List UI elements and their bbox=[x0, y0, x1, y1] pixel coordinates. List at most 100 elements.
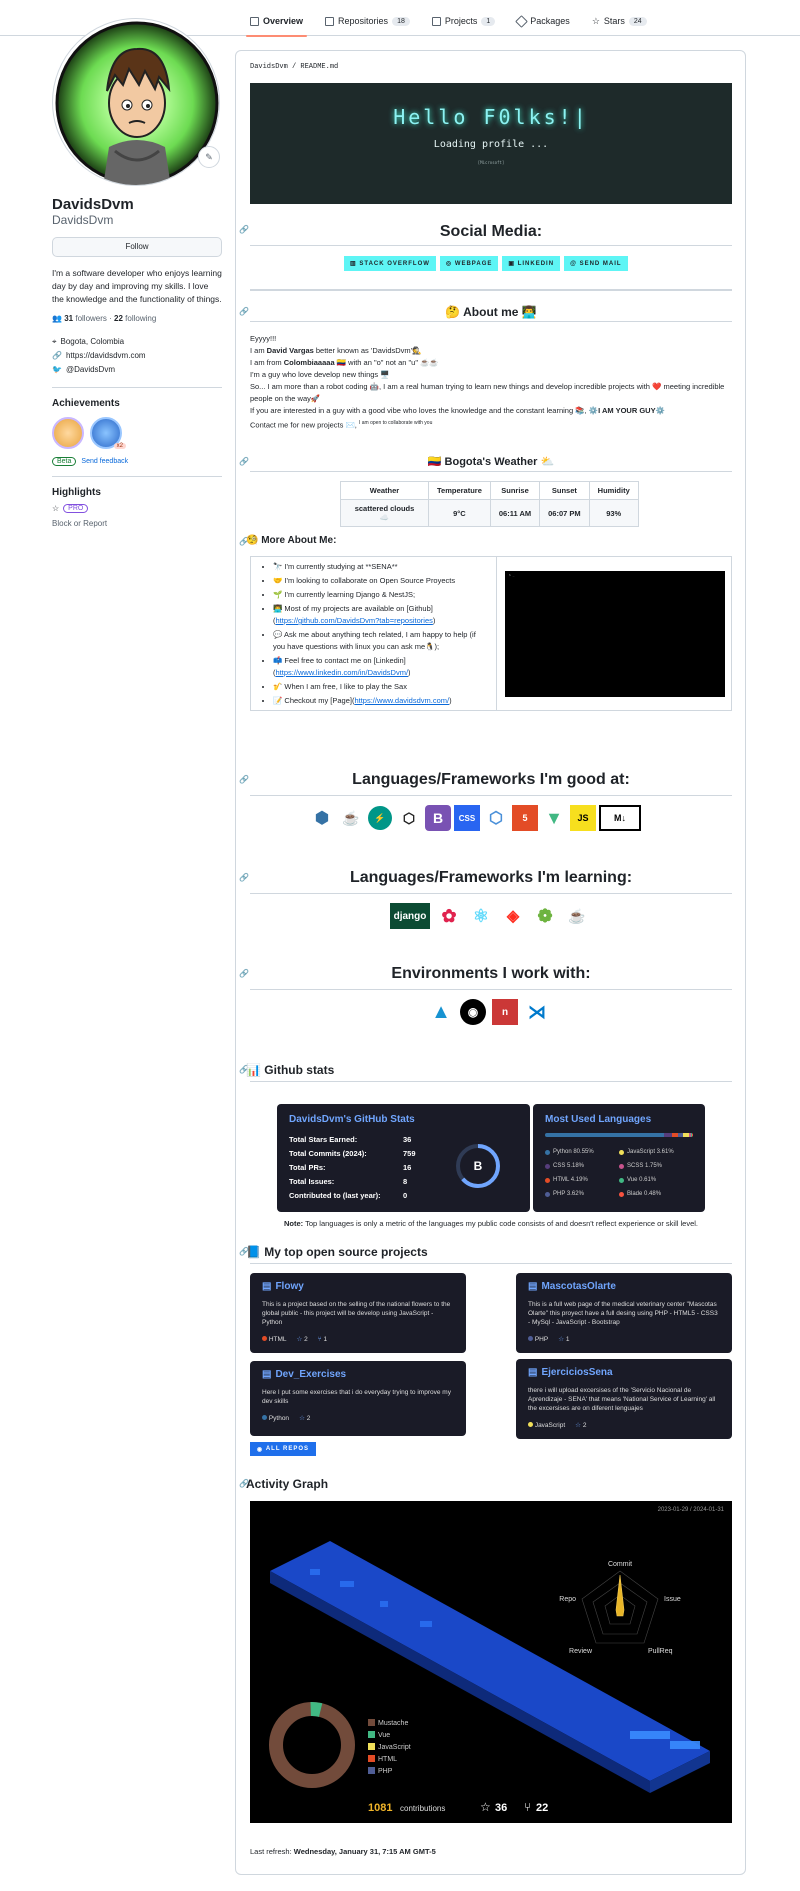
avatar-illustration bbox=[55, 21, 219, 185]
anchor-link-icon[interactable]: 🔗 bbox=[239, 307, 249, 316]
heading-rule bbox=[250, 1081, 732, 1082]
highlights-title: Highlights bbox=[52, 487, 101, 498]
divider bbox=[52, 476, 222, 477]
mail-badge[interactable]: @ SEND MAIL bbox=[564, 256, 628, 271]
achievement-badge-starstruck[interactable] bbox=[52, 417, 84, 449]
pinned-repo-card[interactable]: ▤ EjerciciosSena there i will upload exce… bbox=[516, 1359, 732, 1439]
tab-packages[interactable]: Packages bbox=[513, 10, 574, 32]
stackoverflow-badge[interactable]: ▥ STACK OVERFLOW bbox=[344, 256, 436, 271]
website-link[interactable]: https://davidsdvm.com bbox=[66, 349, 146, 363]
stat-value: 36 bbox=[403, 1135, 412, 1144]
tab-repositories[interactable]: Repositories 18 bbox=[321, 10, 414, 32]
readme-path[interactable]: DavidsDvm / README.md bbox=[250, 63, 338, 71]
globe-icon: ◎ bbox=[445, 261, 455, 267]
pinned-repo-card[interactable]: ▤ Flowy This is a project based on the se… bbox=[250, 1273, 466, 1353]
achievement-badge-pull-shark[interactable]: x2 bbox=[90, 417, 126, 449]
tab-overview[interactable]: Overview bbox=[246, 10, 308, 37]
list-item: 💬 Ask me about anything tech related, I … bbox=[273, 629, 488, 653]
contribution-cell bbox=[420, 1621, 432, 1627]
linkedin-link[interactable]: https://www.linkedin.com/in/DavidsDvm/ bbox=[276, 668, 409, 677]
anchor-link-icon[interactable]: 🔗 bbox=[239, 775, 249, 784]
about-line: I am David Vargas better known as 'David… bbox=[250, 345, 732, 357]
anchor-link-icon[interactable]: 🔗 bbox=[239, 873, 249, 882]
following-label: following bbox=[125, 314, 157, 323]
more-about-table: 🔭 I'm currently studying at **SENA** 🤝 I… bbox=[250, 556, 732, 711]
social-badges: ▥ STACK OVERFLOW ◎ WEBPAGE ▣ LINKEDIN @ … bbox=[344, 256, 628, 271]
profile-bio: I'm a software developer who enjoys lear… bbox=[52, 268, 222, 304]
github-repos-link[interactable]: https://github.com/DavidsDvm?tab=reposit… bbox=[276, 616, 433, 625]
stat-value: 759 bbox=[403, 1149, 416, 1158]
following-link[interactable]: 22 following bbox=[114, 314, 156, 323]
linkedin-badge[interactable]: ▣ LINKEDIN bbox=[502, 256, 561, 271]
anchor-link-icon[interactable]: 🔗 bbox=[239, 457, 249, 466]
send-feedback-link[interactable]: Send feedback bbox=[81, 458, 128, 465]
tab-count: 24 bbox=[628, 16, 647, 26]
follow-button[interactable]: Follow bbox=[52, 237, 222, 257]
followers-link[interactable]: 31 followers bbox=[64, 314, 107, 323]
website-row[interactable]: 🔗 https://davidsdvm.com bbox=[52, 349, 222, 363]
legend-item: HTML 4.19% bbox=[545, 1173, 619, 1187]
star-count: 2 bbox=[304, 1336, 308, 1343]
python-icon: ⬢ bbox=[315, 810, 329, 827]
anchor-link-icon[interactable]: 🔗 bbox=[239, 969, 249, 978]
languages-legend: Python 80.55% JavaScript 3.61% CSS 5.18%… bbox=[545, 1145, 693, 1201]
radar-label-commit: Commit bbox=[608, 1561, 632, 1568]
pinned-repo-card[interactable]: ▤ Dev_Exercises Here I put some exercises… bbox=[250, 1361, 466, 1436]
nestjs-icon: ✿ bbox=[441, 905, 457, 926]
donut-segment-mustache bbox=[269, 1702, 355, 1788]
text: 🇨🇴 with an "o" not an "u" ☕☕ bbox=[334, 358, 439, 367]
heading-rule bbox=[250, 321, 732, 322]
followers-count: 31 bbox=[64, 314, 74, 323]
stat-label: Contributed to (last year): bbox=[289, 1191, 381, 1200]
anchor-link-icon[interactable]: 🔗 bbox=[239, 225, 249, 234]
repo-icon bbox=[325, 16, 335, 26]
language-donut bbox=[269, 1702, 355, 1788]
horizontal-rule bbox=[250, 289, 732, 291]
legend-item: SCSS 1.75% bbox=[619, 1159, 693, 1173]
spring-icon: ❁ bbox=[537, 905, 553, 926]
stat-label: Total Issues: bbox=[289, 1177, 335, 1186]
table-header: Weather bbox=[340, 481, 429, 500]
legend-label: Blade 0.48% bbox=[627, 1191, 662, 1197]
status-emoji-icon[interactable]: ✎ bbox=[198, 146, 220, 168]
heading-rule bbox=[250, 471, 732, 472]
webpage-badge[interactable]: ◎ WEBPAGE bbox=[439, 256, 499, 271]
star-icon: ☆ bbox=[575, 1422, 581, 1429]
avatar[interactable] bbox=[52, 18, 220, 186]
tab-stars[interactable]: ☆ Stars 24 bbox=[588, 10, 651, 32]
achievement-badges: x2 bbox=[52, 417, 222, 449]
terminal-gif-cell: $ _ bbox=[497, 557, 731, 710]
legend-swatch bbox=[368, 1719, 375, 1726]
text: I am from bbox=[250, 358, 284, 367]
note-text: Top languages is only a metric of the la… bbox=[303, 1219, 699, 1228]
page-link[interactable]: https://www.davidsdvm.com/ bbox=[354, 696, 449, 705]
pinned-repo-card[interactable]: ▤ MascotasOlarte This is a full web page … bbox=[516, 1273, 732, 1353]
twitter-row[interactable]: 🐦 @DavidsDvm bbox=[52, 363, 222, 377]
table-header: Sunrise bbox=[489, 481, 541, 500]
twitter-link[interactable]: @DavidsDvm bbox=[66, 363, 115, 377]
typing-line-1: Hello F0lks!| bbox=[393, 105, 589, 129]
divider bbox=[52, 387, 222, 388]
pro-row: ☆ PRO bbox=[52, 504, 222, 513]
package-icon bbox=[515, 14, 529, 28]
list-item: 🎷 When I am free, I like to play the Sax bbox=[273, 681, 488, 693]
tab-count: 1 bbox=[481, 16, 496, 26]
all-repos-button[interactable]: ◉ ALL REPOS bbox=[250, 1442, 316, 1456]
stats-row: Contributed to (last year): 0 bbox=[289, 1189, 518, 1203]
table-icon bbox=[431, 16, 441, 26]
block-report-link[interactable]: Block or Report bbox=[52, 519, 222, 528]
laravel-icon: ◈ bbox=[506, 908, 520, 925]
contribution-cell bbox=[630, 1731, 670, 1739]
radar-label-repo: Repo bbox=[559, 1596, 576, 1603]
weather-title: 🇨🇴 Bogota's Weather ⛅ bbox=[427, 456, 555, 468]
legend-swatch bbox=[368, 1743, 375, 1750]
typing-banner: Hello F0lks!| Loading profile ... [Micro… bbox=[250, 83, 732, 204]
tab-projects[interactable]: Projects 1 bbox=[428, 10, 499, 32]
java-icon: ☕ bbox=[342, 809, 360, 826]
legend-item: PHP 3.62% bbox=[545, 1187, 619, 1201]
language-name: Python bbox=[268, 1414, 290, 1422]
list-item: 👨‍💻 Most of my projects are available on… bbox=[273, 603, 488, 627]
legend-swatch bbox=[368, 1755, 375, 1762]
following-count: 22 bbox=[114, 314, 123, 323]
tab-label: Overview bbox=[263, 16, 304, 26]
